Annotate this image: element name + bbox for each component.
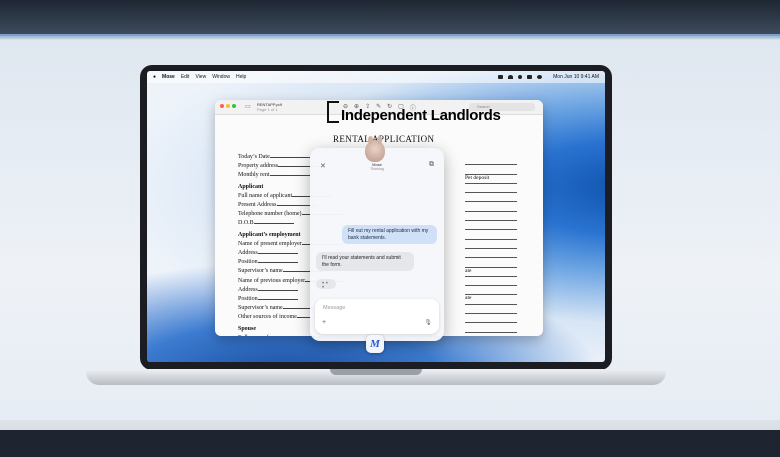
form-field-label: Position: [238, 259, 258, 266]
menu-window[interactable]: Window: [212, 74, 230, 80]
form-right-line[interactable]: [465, 165, 517, 175]
form-right-line[interactable]: [465, 202, 517, 212]
sidebar-toggle-icon[interactable]: ▭: [245, 103, 251, 110]
form-right-line[interactable]: [465, 221, 517, 231]
document-heading: RENTAL APPLICATION: [333, 134, 435, 144]
form-field-label: Applicant’s employment: [238, 231, 301, 238]
form-field-line[interactable]: [253, 218, 294, 225]
menu-edit[interactable]: Edit: [181, 74, 190, 80]
form-field-line[interactable]: [257, 248, 298, 255]
dock-app-glyph: M: [370, 338, 380, 350]
form-field-label: Full name of spouse: [238, 335, 287, 336]
form-right-line[interactable]: [465, 212, 517, 222]
form-field-line[interactable]: [257, 257, 298, 264]
form-right-line[interactable]: [465, 323, 517, 333]
form-field-label: Telephone number (home): [238, 211, 302, 218]
logo-text: Independent Landlords: [341, 107, 501, 124]
form-field-label: Address: [238, 250, 258, 257]
form-right-line[interactable]: [465, 277, 517, 287]
message-input[interactable]: Message: [323, 305, 345, 311]
form-right-line[interactable]: [465, 305, 517, 315]
wifi-icon[interactable]: [508, 75, 514, 79]
menu-view[interactable]: View: [195, 74, 206, 80]
form-field-label: Supervisor’s name: [238, 305, 283, 312]
assistant-message: I'll read your statements and submit the…: [316, 252, 414, 271]
form-field-label: Address: [238, 286, 258, 293]
user-message: Fill out my rental application with my b…: [342, 225, 437, 244]
form-right-line[interactable]: [465, 286, 517, 296]
form-field-label: Position: [238, 296, 258, 303]
battery-icon[interactable]: [498, 75, 504, 79]
form-field-line[interactable]: [257, 294, 298, 301]
search-menu-icon[interactable]: [518, 75, 523, 79]
close-button[interactable]: [220, 104, 224, 108]
form-field-label: D.O.B: [238, 220, 254, 227]
form-right-line[interactable]: [465, 230, 517, 240]
assistant-dock-icon[interactable]: M: [366, 335, 384, 353]
form-field-label: Name of previous employer: [238, 277, 306, 284]
menu-app[interactable]: Mose: [162, 74, 175, 80]
form-right-line[interactable]: ate: [465, 295, 517, 305]
form-right-line[interactable]: [465, 258, 517, 268]
form-right-line[interactable]: [465, 193, 517, 203]
logo-mark: [327, 101, 339, 123]
menu-clock[interactable]: Mon Jun 10 9:41 AM: [553, 74, 599, 80]
form-field-line[interactable]: [269, 152, 310, 158]
form-right-line[interactable]: [465, 156, 517, 166]
form-field-label: Name of present employer: [238, 240, 302, 247]
form-right-line[interactable]: [465, 249, 517, 259]
menu-bar: ● Mose Edit View Window Help Mon Jun 10 …: [147, 71, 605, 83]
laptop-hinge: [330, 369, 422, 375]
form-field-label: Supervisor’s name: [238, 268, 283, 275]
microphone-icon[interactable]: 🎙: [424, 319, 432, 326]
form-right-line[interactable]: ate: [465, 268, 517, 277]
siri-icon[interactable]: [537, 75, 543, 79]
form-field-label: Present Address: [238, 202, 277, 209]
form-right-column: Pet deposit ate ate: [465, 156, 517, 336]
zoom-button[interactable]: [232, 104, 236, 108]
form-right-line[interactable]: Pet deposit: [465, 175, 517, 184]
file-subtitle: Page 1 of 1: [257, 107, 278, 112]
form-right-line[interactable]: [465, 314, 517, 324]
message-composer[interactable]: Message + 🎙: [315, 299, 439, 334]
window-controls: [220, 104, 236, 108]
stage-floor-dark: [0, 430, 780, 457]
assistant-avatar: [365, 136, 385, 162]
typing-indicator: • • •: [316, 279, 336, 291]
assistant-status: Thinking: [370, 167, 384, 171]
form-field-label: Full name of applicant: [238, 192, 293, 199]
stage-light-strip: [0, 34, 780, 37]
form-field-label: Applicant: [238, 183, 264, 190]
add-attachment-icon[interactable]: +: [322, 319, 326, 326]
laptop-screen: ● Mose Edit View Window Help Mon Jun 10 …: [147, 71, 605, 362]
stage-backdrop-top: [0, 0, 780, 36]
form-field-label: Monthly rent: [238, 172, 270, 179]
form-field-label: Property address: [238, 163, 279, 170]
form-field-label: Spouse: [238, 325, 257, 332]
menu-help[interactable]: Help: [236, 74, 246, 80]
assistant-panel: ✕ ⧉ Mose Thinking Fill out my rental app…: [310, 136, 444, 341]
document-title: RENTAPP.pdf Page 1 of 1: [257, 102, 282, 112]
control-center-icon[interactable]: [527, 75, 533, 79]
form-field-line[interactable]: [257, 285, 298, 291]
menu-extras: Mon Jun 10 9:41 AM: [498, 71, 599, 83]
form-right-line[interactable]: [465, 333, 517, 336]
form-field-line[interactable]: [269, 170, 310, 177]
minimize-button[interactable]: [226, 104, 230, 108]
form-field-label: Other sources of income: [238, 314, 297, 321]
form-field-label: Today’s Date: [238, 154, 270, 160]
apple-icon[interactable]: ●: [153, 74, 156, 80]
form-right-line[interactable]: [465, 184, 517, 194]
form-right-line[interactable]: [465, 240, 517, 249]
landlord-logo-title: Independent Landlords: [327, 101, 501, 124]
